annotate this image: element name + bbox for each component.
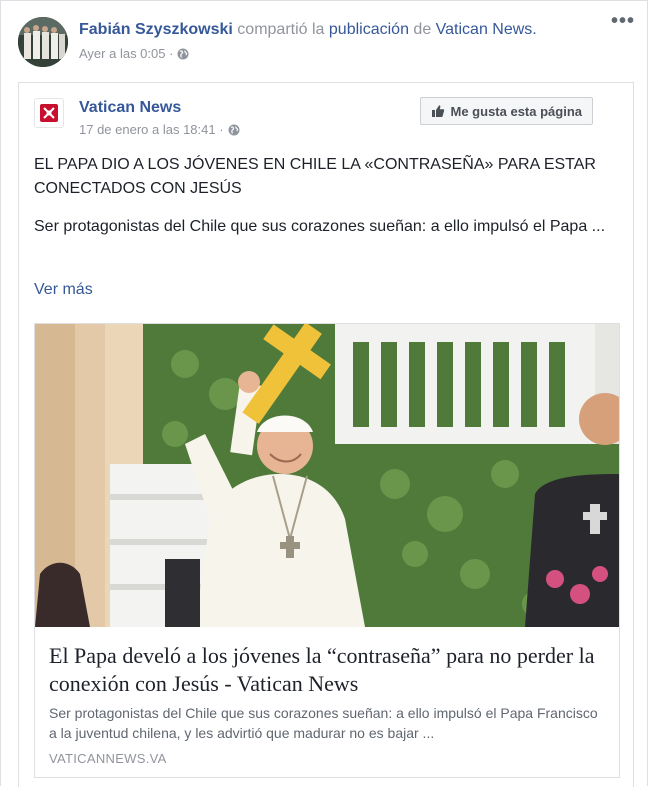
globe-icon[interactable] <box>228 124 240 136</box>
share-preposition: de <box>413 21 432 38</box>
shared-post: Fabián Szyszkowski compartió la publicac… <box>0 0 648 787</box>
share-meta: Ayer a las 0:05 · <box>79 46 189 61</box>
link-preview-title[interactable]: El Papa develó a los jóvenes la “contras… <box>49 642 609 698</box>
vatican-news-logo[interactable] <box>34 98 64 128</box>
see-more-link[interactable]: Ver más <box>34 281 93 299</box>
post-timestamp[interactable]: 17 de enero a las 18:41 · <box>79 122 224 137</box>
like-page-label: Me gusta esta página <box>450 103 582 119</box>
like-page-button[interactable]: Me gusta esta página <box>419 97 593 125</box>
post-meta: 17 de enero a las 18:41 · <box>79 122 240 137</box>
shared-page-link[interactable]: Vatican News. <box>436 21 537 38</box>
link-preview-body[interactable]: El Papa develó a los jóvenes la “contras… <box>35 627 619 777</box>
more-options-icon[interactable]: ••• <box>611 11 635 31</box>
link-preview-description: Ser protagonistas del Chile que sus cora… <box>49 705 598 741</box>
shared-publication-link[interactable]: publicación <box>329 21 409 38</box>
share-verb: compartió la <box>237 21 325 38</box>
share-timestamp[interactable]: Ayer a las 0:05 · <box>79 46 173 61</box>
share-headline: Fabián Szyszkowski compartió la publicac… <box>79 19 537 41</box>
original-post: Vatican News 17 de enero a las 18:41 · M… <box>18 82 634 787</box>
thumbs-up-icon <box>431 105 444 117</box>
link-preview-image[interactable] <box>35 324 619 627</box>
share-header: Fabián Szyszkowski compartió la publicac… <box>18 15 638 69</box>
globe-icon[interactable] <box>177 48 189 60</box>
link-preview-domain: VATICANNEWS.VA <box>49 751 167 766</box>
actor-avatar[interactable] <box>18 17 68 67</box>
page-name-link[interactable]: Vatican News <box>79 99 181 117</box>
link-preview-card[interactable]: El Papa develó a los jóvenes la “contras… <box>34 323 620 778</box>
actor-name-link[interactable]: Fabián Szyszkowski <box>79 21 233 38</box>
post-excerpt: Ser protagonistas del Chile que sus cora… <box>34 218 606 235</box>
post-title: EL PAPA DIO A LOS JÓVENES EN CHILE LA «C… <box>34 156 596 197</box>
